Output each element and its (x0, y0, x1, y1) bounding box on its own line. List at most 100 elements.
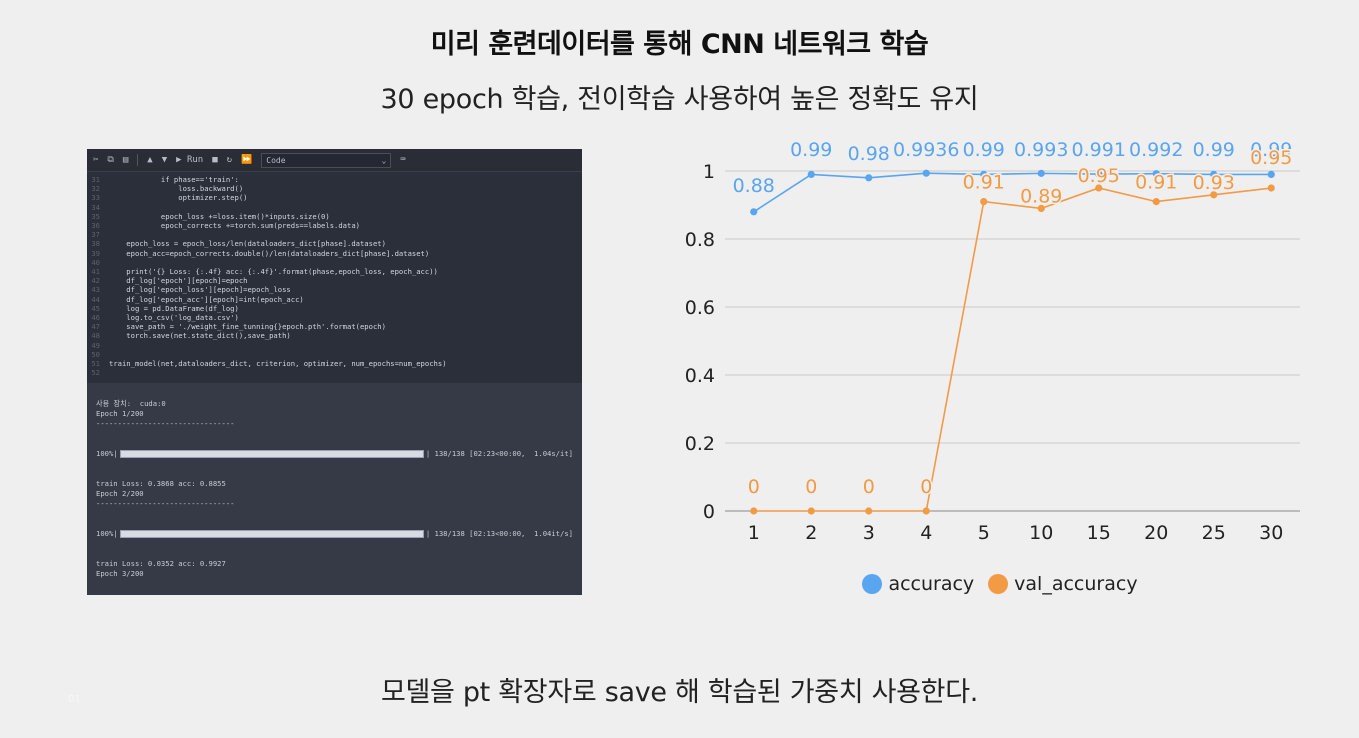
cut-icon[interactable]: ✂ (93, 155, 98, 165)
data-point (750, 208, 758, 216)
code-line: save_path = './weight_fine_tunning{}epoc… (109, 322, 386, 332)
x-tick-label: 30 (1259, 522, 1283, 544)
divider-line: -------------------------------- (96, 419, 235, 428)
line-number: 41 (91, 267, 100, 277)
fast-forward-icon[interactable]: ⏩ (241, 155, 252, 165)
restart-icon[interactable]: ↻ (227, 155, 232, 165)
epoch-line: Epoch 1/200 (96, 409, 144, 418)
line-number: 42 (91, 276, 100, 286)
code-line: loss.backward() (109, 184, 244, 194)
data-point (865, 507, 873, 515)
x-tick-label: 20 (1144, 522, 1168, 544)
line-number: 33 (91, 193, 100, 203)
x-tick-label: 5 (978, 522, 990, 544)
data-point (865, 174, 873, 182)
data-point (922, 169, 930, 177)
code-line: epoch_corrects +=torch.sum(preds==labels… (109, 221, 360, 231)
code-line: df_log['epoch_acc'][epoch]=int(epoch_acc… (109, 294, 304, 304)
code-line: optimizer.step() (109, 193, 248, 203)
data-label: 0.95 (1078, 165, 1120, 187)
data-point (1267, 184, 1275, 192)
data-label: 0 (748, 476, 760, 498)
legend-item-accuracy[interactable]: accuracy (862, 573, 974, 595)
line-number: 36 (91, 221, 100, 231)
chart-canvas: 00.20.40.60.811 2 3 4 5 10 15 20 25 300.880.99 0.9… (685, 138, 1300, 544)
progress-bar (119, 450, 424, 458)
line-number: 49 (91, 340, 100, 350)
data-point (807, 507, 815, 515)
data-label: 0 (920, 476, 932, 498)
move-up-icon[interactable]: ▲ (147, 155, 152, 165)
data-label: 0 (863, 476, 875, 498)
code-line: print('{} Loss: {:.4f} acc: {:.4f}'.form… (109, 267, 438, 277)
device-line: 사용 장치: cuda:0 (96, 399, 166, 408)
line-number: 50 (91, 349, 100, 359)
line-number: 51 (91, 359, 100, 369)
data-point (807, 170, 815, 178)
line-number: 37 (91, 230, 100, 240)
data-label: 0.99 (790, 139, 832, 161)
line-number-gutter: 31 32 33 34 35 36 37 38 39 40 41 42 43 44 45 46 47 48 49 50… (87, 172, 103, 383)
keyboard-icon[interactable]: ⌨ (400, 155, 405, 165)
legend-label: val_accuracy (1014, 573, 1138, 595)
data-label: 0.93 (1193, 172, 1235, 194)
data-label: 0.91 (1135, 172, 1177, 194)
code-line: epoch_acc=epoch_corrects.double()/len(da… (109, 248, 430, 258)
y-tick-label: 1 (703, 161, 715, 183)
legend-swatch (988, 574, 1009, 594)
epoch-line: Epoch 2/200 (96, 489, 144, 498)
code-cell[interactable]: 31 32 33 34 35 36 37 38 39 40 41 42 43 44 45 46 47 48 49 50… (87, 172, 582, 383)
code-line: log.to_csv('log_data.csv') (109, 313, 239, 323)
stop-icon[interactable]: ■ (212, 155, 217, 165)
x-tick-label: 3 (863, 522, 875, 544)
cell-type-select[interactable]: Code ⌄ (261, 152, 392, 168)
line-number: 46 (91, 313, 100, 323)
code-line: epoch_loss +=loss.item()*inputs.size(0) (109, 211, 330, 221)
data-label: 0.9936 (893, 139, 959, 161)
data-point (1037, 169, 1045, 177)
data-label: 0 (805, 476, 817, 498)
line-number: 31 (91, 175, 100, 184)
data-label: 0.99 (1193, 139, 1235, 161)
code-lines: if phase=='train': loss.backward() optim… (109, 175, 447, 377)
line-number: 44 (91, 294, 100, 304)
code-line: log = pd.DataFrame(df_log) (109, 303, 239, 313)
notebook-toolbar: ✂ ⧉ ▤ ▲ ▼ ▶ Run ■ ↻ ⏩ Code ⌄ ⌨ (87, 149, 582, 172)
line-number: 35 (91, 211, 100, 221)
data-label: 0.89 (1020, 185, 1062, 207)
data-label: 0.99 (963, 139, 1005, 161)
train-result: train Loss: 0.0352 acc: 0.9927 (96, 559, 226, 568)
run-button[interactable]: ▶ Run (176, 155, 203, 165)
code-line: if phase=='train': (109, 175, 239, 184)
accuracy-chart: 0 0.2 0.4 0.6 0.8 1 1 2 3 4 5 10 15 20 25 30 0.88 0.99 0.9… (680, 130, 1320, 610)
x-tick-label: 4 (920, 522, 932, 544)
code-line: torch.save(net.state_dict(),save_path) (109, 331, 291, 341)
line-number: 40 (91, 257, 100, 267)
data-point (980, 198, 988, 206)
y-tick-label: 0 (703, 501, 715, 523)
data-point (922, 507, 930, 515)
y-tick-label: 0.2 (685, 433, 715, 455)
line-number: 52 (91, 368, 100, 378)
line-number: 45 (91, 303, 100, 313)
move-down-icon[interactable]: ▼ (162, 155, 167, 165)
code-line: df_log['epoch'][epoch]=epoch (109, 276, 248, 286)
code-line: df_log['epoch_loss'][epoch]=epoch_loss (109, 285, 291, 295)
data-point (1152, 198, 1160, 206)
paste-icon[interactable]: ▤ (123, 155, 128, 165)
slide-title: 미리 훈련데이터를 통해 CNN 네트워크 학습 (430, 29, 929, 60)
copy-icon[interactable]: ⧉ (107, 155, 113, 165)
chevron-down-icon: ⌄ (381, 155, 387, 165)
progress-suffix: | 138/138 [02:13<00:00, 1.04it/s] (425, 529, 573, 538)
legend-item-val-accuracy[interactable]: val_accuracy (988, 573, 1138, 595)
progress-row: 100%| | 138/138 [02:13<00:00, 1.04it/s] (96, 529, 573, 539)
data-label: 0.992 (1129, 139, 1183, 161)
data-label: 0.91 (963, 172, 1005, 194)
series-line-val-accuracy (753, 187, 1272, 512)
progress-suffix: | 138/138 [02:23<00:00, 1.04s/it] (425, 449, 573, 458)
data-label: 0.98 (848, 143, 890, 165)
data-label: 0.991 (1072, 139, 1126, 161)
